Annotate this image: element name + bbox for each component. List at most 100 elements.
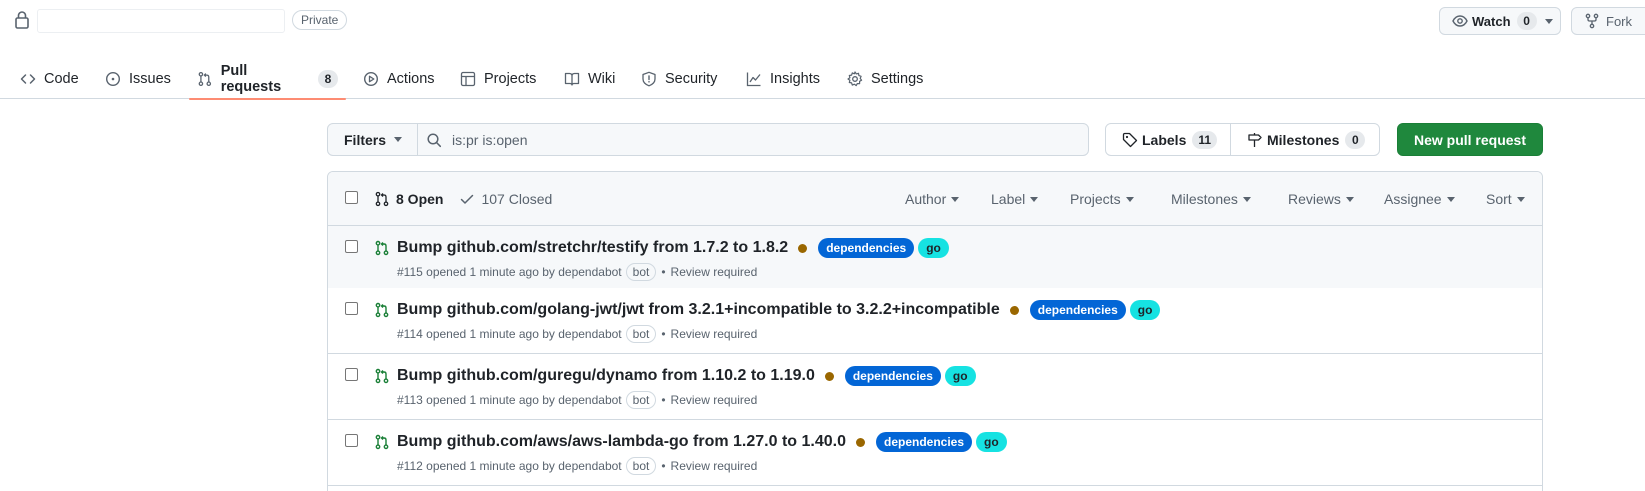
- tab-wiki[interactable]: Wiki: [556, 58, 623, 99]
- git-pull-request-icon: [375, 434, 389, 450]
- tab-label: Wiki: [588, 70, 616, 87]
- separator-dot: •: [661, 393, 666, 407]
- status-pending-icon[interactable]: [798, 243, 808, 253]
- review-status[interactable]: Review required: [671, 265, 758, 279]
- git-pull-request-icon: [375, 368, 389, 384]
- tab-security[interactable]: Security: [633, 58, 725, 99]
- tab-code[interactable]: Code: [12, 58, 87, 99]
- review-status[interactable]: Review required: [671, 327, 758, 341]
- check-icon: [461, 194, 474, 204]
- chevron-down-icon: [1242, 196, 1251, 202]
- open-filter-link[interactable]: 8 Open: [374, 191, 443, 207]
- closed-filter-link[interactable]: 107 Closed: [459, 191, 552, 207]
- author-filter[interactable]: Author: [905, 172, 960, 226]
- chevron-down-icon: [1030, 196, 1039, 202]
- row-checkbox[interactable]: [345, 434, 358, 447]
- select-all-checkbox[interactable]: [345, 191, 358, 204]
- status-pending-icon[interactable]: [1009, 305, 1019, 315]
- pr-title-link[interactable]: Bump github.com/guregu/dynamo from 1.10.…: [397, 367, 815, 385]
- repo-forked-icon: [1585, 13, 1599, 29]
- label-dependencies[interactable]: dependencies: [1029, 300, 1126, 320]
- pr-title-link[interactable]: Bump github.com/golang-jwt/jwt from 3.2.…: [397, 301, 1000, 319]
- fork-button[interactable]: Fork: [1571, 7, 1645, 35]
- milestones-button[interactable]: Milestones 0: [1230, 123, 1380, 156]
- chevron-down-icon: [1516, 196, 1525, 202]
- list-header: 8 Open 107 Closed Author Label Projects …: [328, 172, 1542, 226]
- code-icon: [20, 73, 36, 84]
- tab-settings[interactable]: Settings: [839, 58, 931, 99]
- search-input-wrapper[interactable]: [417, 123, 1089, 156]
- state-toggle: 8 Open 107 Closed: [374, 172, 552, 226]
- issue-opened-icon: [105, 71, 121, 86]
- pr-meta: #112 opened 1 minute ago by dependabot: [397, 459, 622, 473]
- open-count-label: 8 Open: [396, 191, 444, 207]
- list-item[interactable]: Bump github.com/golang-jwt/jwt from 3.2.…: [328, 288, 1542, 354]
- lock-icon: [15, 11, 29, 29]
- review-status[interactable]: Review required: [671, 459, 758, 473]
- bot-badge: bot: [625, 263, 657, 281]
- tab-issues[interactable]: Issues: [97, 58, 179, 99]
- play-icon: [363, 71, 379, 86]
- filters-dropdown[interactable]: Filters: [327, 123, 418, 156]
- status-pending-icon[interactable]: [855, 437, 865, 447]
- new-pull-request-button[interactable]: New pull request: [1397, 123, 1543, 156]
- filter-label: Label: [991, 191, 1026, 207]
- status-pending-icon[interactable]: [824, 371, 834, 381]
- tab-label: Insights: [770, 70, 820, 87]
- graph-icon: [746, 72, 761, 86]
- row-checkbox[interactable]: [345, 240, 358, 253]
- filter-label: Projects: [1070, 191, 1121, 207]
- book-icon: [564, 72, 580, 86]
- pr-meta: #114 opened 1 minute ago by dependabot: [397, 327, 622, 341]
- label-go[interactable]: go: [918, 238, 949, 258]
- bot-badge: bot: [625, 325, 657, 343]
- label-dependencies[interactable]: dependencies: [875, 432, 973, 452]
- tab-label: Security: [665, 70, 718, 87]
- chevron-down-icon: [394, 137, 403, 142]
- watch-button[interactable]: Watch 0: [1439, 7, 1561, 35]
- table-icon: [460, 71, 476, 86]
- pr-title-link[interactable]: Bump github.com/stretchr/testify from 1.…: [397, 239, 788, 257]
- label-go[interactable]: go: [944, 366, 976, 386]
- pr-title-link[interactable]: Bump github.com/aws/aws-lambda-go from 1…: [397, 433, 846, 451]
- filter-label: Sort: [1486, 191, 1512, 207]
- repo-name[interactable]: [37, 9, 285, 33]
- shield-icon: [642, 71, 656, 86]
- labels-button[interactable]: Labels 11: [1105, 123, 1231, 156]
- git-pull-request-icon: [375, 240, 389, 256]
- review-status[interactable]: Review required: [671, 393, 758, 407]
- git-pull-request-icon: [375, 191, 389, 207]
- bot-badge: bot: [625, 457, 657, 475]
- projects-filter[interactable]: Projects: [1070, 172, 1134, 226]
- list-item[interactable]: Bump github.com/guregu/dynamo from 1.10.…: [328, 354, 1542, 420]
- row-checkbox[interactable]: [345, 302, 358, 315]
- tab-pull-requests[interactable]: Pull requests 8: [189, 58, 346, 100]
- tab-insights[interactable]: Insights: [738, 58, 828, 99]
- row-checkbox[interactable]: [345, 368, 358, 381]
- repo-header: Private Watch 0 Fork: [0, 0, 1645, 44]
- labels-count: 11: [1192, 130, 1218, 149]
- fork-label: Fork: [1606, 13, 1632, 29]
- reviews-filter[interactable]: Reviews: [1288, 172, 1354, 226]
- list-item[interactable]: Bump github.com/aws/aws-lambda-go from 1…: [328, 420, 1542, 486]
- list-item[interactable]: Bump github.com/stretchr/testify from 1.…: [328, 226, 1542, 292]
- label-dependencies[interactable]: dependencies: [818, 238, 915, 258]
- chevron-down-icon: [1125, 196, 1134, 202]
- chevron-down-icon[interactable]: [1544, 18, 1553, 24]
- tab-label: Actions: [387, 70, 435, 87]
- filter-label: Milestones: [1171, 191, 1238, 207]
- sort-dropdown[interactable]: Sort: [1486, 172, 1525, 226]
- watch-label: Watch: [1472, 13, 1511, 29]
- search-icon: [427, 132, 442, 147]
- separator-dot: •: [661, 459, 666, 473]
- tab-actions[interactable]: Actions: [355, 58, 443, 99]
- label-dependencies[interactable]: dependencies: [844, 366, 941, 386]
- tab-projects[interactable]: Projects: [452, 58, 544, 99]
- label-go[interactable]: go: [1129, 300, 1161, 320]
- filter-label: Assignee: [1384, 191, 1442, 207]
- search-input[interactable]: [452, 131, 1052, 148]
- assignee-filter[interactable]: Assignee: [1384, 172, 1455, 226]
- label-go[interactable]: go: [976, 432, 1007, 452]
- label-filter[interactable]: Label: [991, 172, 1039, 226]
- milestones-filter[interactable]: Milestones: [1171, 172, 1251, 226]
